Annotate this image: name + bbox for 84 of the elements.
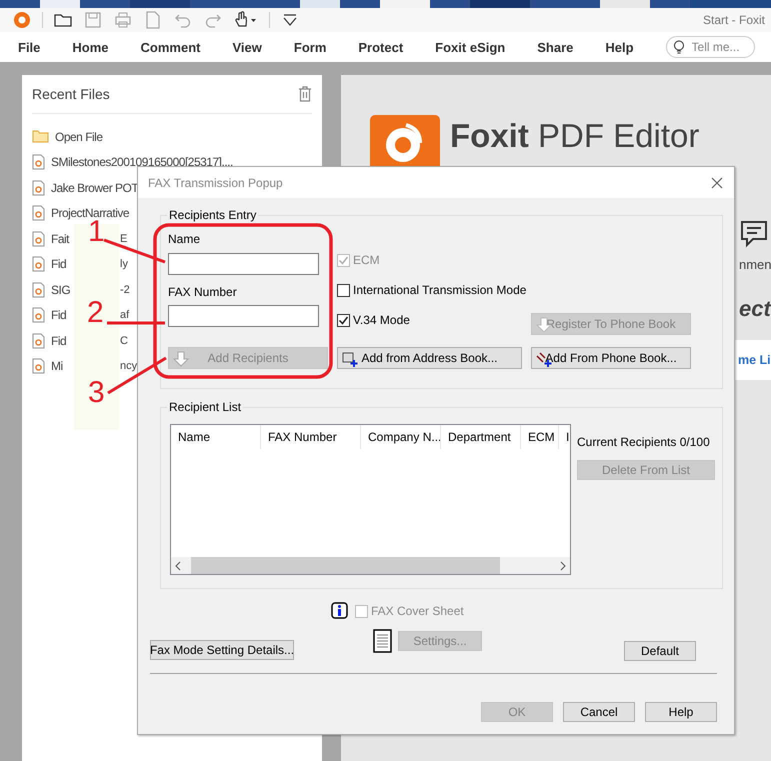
pdf-file-icon bbox=[32, 282, 45, 298]
pdf-file-icon bbox=[32, 307, 45, 324]
address-book-button[interactable]: Add from Address Book... bbox=[337, 347, 522, 369]
address-book-icon bbox=[341, 350, 359, 368]
phone-book-button[interactable]: Add From Phone Book... bbox=[531, 347, 691, 369]
dialog-title: FAX Transmission Popup bbox=[148, 176, 283, 190]
print-icon[interactable] bbox=[113, 10, 133, 30]
default-button[interactable]: Default bbox=[624, 641, 696, 661]
pdf-file-icon bbox=[32, 230, 45, 247]
pdf-file-icon bbox=[32, 205, 45, 222]
pdf-file-icon bbox=[32, 180, 45, 196]
leader-line bbox=[107, 322, 165, 324]
menu-item[interactable]: Foxit eSign bbox=[435, 40, 506, 54]
file-name[interactable]: -2 bbox=[120, 284, 130, 296]
column-header[interactable]: Name bbox=[171, 425, 261, 449]
file-name[interactable]: Fid bbox=[51, 308, 66, 322]
leader-line bbox=[107, 356, 167, 394]
comment-label: nmen bbox=[739, 257, 771, 272]
file-name[interactable]: Fait bbox=[51, 232, 70, 246]
folder-icon bbox=[32, 130, 49, 144]
app-logo-icon[interactable] bbox=[12, 10, 32, 30]
checkbox-label: International Transmission Mode bbox=[353, 283, 526, 297]
product-title: Foxit PDF Editor bbox=[450, 117, 700, 155]
menu-item[interactable]: Share bbox=[537, 40, 574, 54]
checkbox[interactable] bbox=[337, 284, 350, 296]
close-button[interactable] bbox=[710, 176, 724, 190]
file-name[interactable]: af bbox=[120, 309, 130, 322]
file-name[interactable]: ncy bbox=[120, 360, 138, 372]
checkbox-label: ECM bbox=[353, 253, 380, 267]
search-input[interactable]: Tell me... bbox=[690, 39, 754, 55]
open-file-link[interactable]: Open File bbox=[55, 130, 103, 144]
file-name[interactable]: E bbox=[120, 232, 128, 245]
save-icon[interactable] bbox=[83, 10, 103, 30]
checkbox-label: FAX Cover Sheet bbox=[371, 604, 464, 618]
column-header[interactable]: ECM bbox=[521, 425, 559, 449]
file-name[interactable]: Fid bbox=[51, 334, 66, 348]
pdf-file-icon bbox=[32, 256, 45, 272]
link[interactable]: me Li bbox=[738, 353, 771, 367]
column-header[interactable]: I bbox=[559, 425, 570, 449]
name-field[interactable] bbox=[168, 253, 319, 275]
field-label: FAX Number bbox=[168, 285, 238, 299]
recipient-table[interactable]: Name FAX Number Company N... Department ECM I bbox=[170, 424, 571, 575]
menu-item[interactable]: Home bbox=[72, 40, 109, 54]
lightbulb-icon bbox=[672, 40, 685, 54]
menu-item[interactable]: Form bbox=[294, 40, 326, 54]
search-field[interactable]: Tell me... bbox=[666, 36, 755, 58]
file-name[interactable]: Fid bbox=[51, 257, 66, 272]
scrollbar[interactable] bbox=[171, 557, 570, 574]
file-name[interactable]: SIG bbox=[51, 282, 70, 297]
panel-title: Recent Files bbox=[32, 86, 110, 102]
file-name[interactable]: ly bbox=[120, 258, 128, 270]
trash-icon[interactable] bbox=[298, 86, 312, 102]
column-header[interactable]: Company N... bbox=[361, 425, 441, 449]
recipient-count: Current Recipients 0/100 bbox=[577, 435, 711, 449]
pdf-file-icon bbox=[32, 154, 45, 170]
menu-item[interactable]: File bbox=[18, 40, 40, 54]
file-name[interactable]: SMilestones200109165000[25317].... bbox=[51, 155, 233, 170]
menu-item[interactable]: Protect bbox=[358, 40, 404, 54]
callout-number: 3 bbox=[88, 378, 105, 408]
file-name[interactable]: Mi bbox=[51, 359, 63, 374]
pdf-file-icon bbox=[32, 332, 45, 349]
checkbox-label: V.34 Mode bbox=[353, 313, 410, 327]
dialog-button[interactable]: Cancel bbox=[563, 702, 635, 722]
file-name[interactable]: C bbox=[120, 334, 128, 347]
column-header[interactable]: FAX Number bbox=[261, 425, 361, 449]
info-icon[interactable] bbox=[331, 602, 349, 620]
document-icon bbox=[373, 629, 392, 653]
file-name[interactable]: Jake Brower POT bbox=[51, 180, 138, 195]
dialog-button[interactable]: Help bbox=[645, 702, 717, 722]
menu-item[interactable]: Comment bbox=[140, 40, 200, 54]
comment-icon[interactable] bbox=[739, 219, 769, 249]
fax-mode-button[interactable]: Fax Mode Setting Details... bbox=[150, 640, 294, 660]
down-arrow-icon bbox=[172, 350, 190, 368]
group-label: Recipient List bbox=[167, 400, 244, 414]
menu-item[interactable]: View bbox=[232, 40, 262, 54]
fax-number-field[interactable] bbox=[168, 305, 319, 327]
group-label: Recipients Entry bbox=[167, 208, 258, 222]
pdf-file-icon bbox=[32, 358, 45, 374]
callout-number: 2 bbox=[87, 298, 104, 328]
checkbox[interactable] bbox=[337, 314, 350, 326]
menu-item[interactable]: Help bbox=[605, 40, 634, 54]
column-header[interactable]: Department bbox=[441, 425, 521, 449]
window-title: Start - Foxit bbox=[702, 13, 765, 27]
field-label: Name bbox=[168, 232, 202, 246]
